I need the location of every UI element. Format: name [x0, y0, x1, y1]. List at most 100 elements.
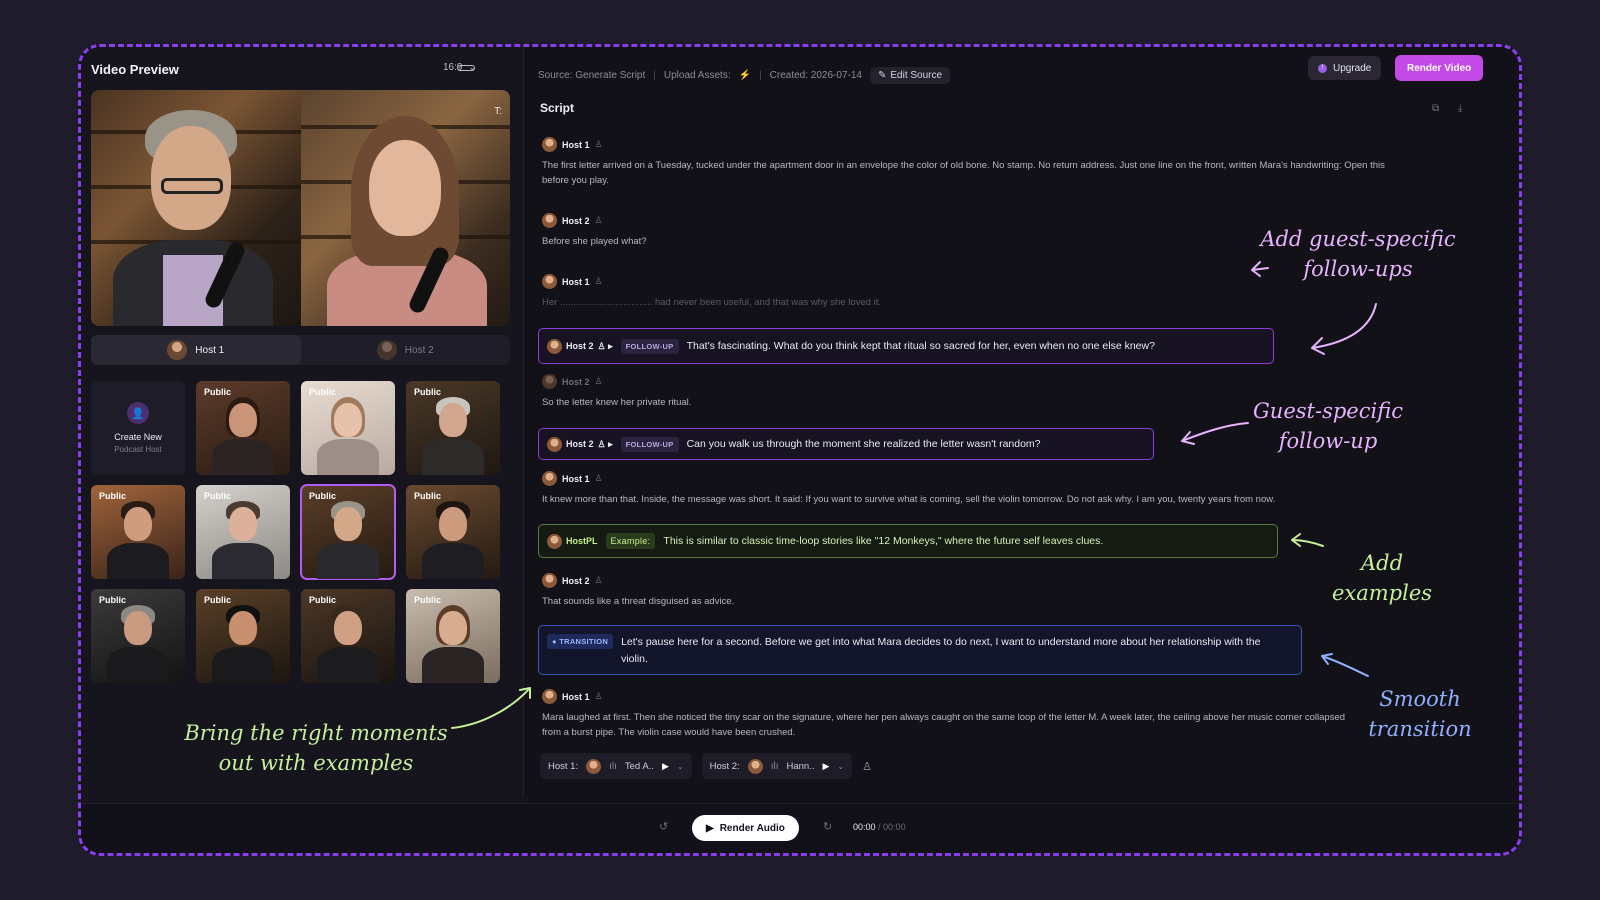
transition-block[interactable]: ● TRANSITION Let's pause here for a seco… [538, 625, 1302, 675]
edit-source-button[interactable]: ✎ Edit Source [869, 67, 951, 84]
script-line: The first letter arrived on a Tuesday, t… [542, 160, 1385, 186]
panel-title: Video Preview [91, 62, 179, 77]
add-person-icon[interactable]: ♙ [862, 760, 872, 773]
annotation-add-examples: Add examples [1331, 551, 1433, 605]
voice-name: Hann.. [786, 760, 815, 772]
avatar [167, 340, 188, 360]
render-video-button[interactable]: Render Video [1395, 55, 1484, 81]
transition-text: Let's pause here for a second. Before we… [621, 636, 1261, 665]
create-new-sublabel: Podcast Host [114, 445, 162, 454]
speaker-name: Host 2 [562, 376, 590, 387]
host-thumb[interactable]: Public [91, 485, 185, 579]
host-2-video: T: [300, 90, 510, 326]
rewind-icon[interactable]: ↺ [659, 820, 668, 833]
follow-up-block[interactable]: Host 2 ♙ ▸ FOLLOW-UP That's fascinating. … [538, 328, 1274, 364]
host-thumb[interactable]: Public [196, 381, 290, 475]
host-thumb[interactable]: Public [406, 485, 500, 579]
created-label: Created: 2026-07-14 [769, 70, 862, 81]
avatar [542, 471, 557, 486]
script-entry[interactable]: Host 2 ♙ That sounds like a threat disgui… [542, 573, 1402, 609]
play-icon[interactable]: ▶ [662, 761, 669, 772]
script-entry[interactable]: Host 1 ♙ The first letter arrived on a Tu… [542, 137, 1402, 188]
person-icon: ♙ [594, 691, 603, 701]
voice-host-label: Host 2: [709, 760, 740, 772]
render-audio-button[interactable]: ▶ Render Audio [692, 815, 799, 841]
voice-name: Ted A.. [624, 760, 654, 772]
tab-host-2[interactable]: Host 2 [301, 335, 511, 365]
example-text: This is similar to classic time-loop sto… [663, 535, 1104, 547]
annotation-bring-moments: Bring the right moments out with example… [184, 721, 448, 775]
host-thumb[interactable]: Public [301, 381, 395, 475]
script-entry[interactable]: Host 1 ♙ Mara laughed at first. Then she … [542, 689, 1402, 740]
avatar [542, 374, 557, 389]
host-thumb[interactable]: Public [406, 381, 500, 475]
public-badge: Public [414, 387, 442, 397]
host-thumb[interactable]: Public [91, 589, 185, 683]
host-gallery: 👤 Create New Podcast Host Public Public … [91, 381, 500, 683]
video-preview-panel: Video Preview 16:9 ⌄ T: Host 1 Host 2 👤 … [81, 47, 529, 815]
play-icon[interactable]: ▶ [822, 761, 829, 772]
time-readout: 00:00 / 00:00 [853, 822, 906, 832]
annotation-guest-followup: Guest-specific follow-up [1253, 399, 1403, 453]
avatar [747, 758, 763, 774]
host-2-voice-select[interactable]: Host 2: ılı Hann.. ▶ ⌄ [701, 753, 853, 779]
upgrade-button[interactable]: ! Upgrade [1308, 56, 1382, 80]
source-label: Source: Generate Script [538, 70, 646, 81]
aspect-ratio-icon [457, 64, 475, 71]
person-icon: ♙ ▸ [597, 340, 613, 351]
public-badge: Public [204, 387, 232, 397]
follow-up-tag: FOLLOW-UP [620, 436, 679, 452]
speaker-name: Host 1 [562, 139, 590, 150]
public-badge: Public [99, 595, 127, 605]
speaker-name: Host 1 [562, 691, 590, 702]
audio-player-bar: ↺ ▶ Render Audio ↻ 00:00 / 00:00 [81, 803, 1519, 853]
speaker-name: Host 1 [562, 473, 590, 484]
person-icon: ♙ [594, 215, 603, 225]
script-line: That sounds like a threat disguised as a… [542, 596, 735, 607]
follow-up-text: Can you walk us through the moment she r… [686, 438, 1041, 450]
host-thumb[interactable]: Public [196, 485, 290, 579]
host-thumb[interactable]: Public [196, 589, 290, 683]
create-new-host-card[interactable]: 👤 Create New Podcast Host [91, 381, 185, 475]
speaker-name: Host 1 [562, 276, 590, 287]
person-icon: ♙ [594, 376, 603, 386]
person-icon: ♙ [594, 473, 603, 483]
public-badge: Public [204, 595, 232, 605]
public-badge: Public [204, 491, 232, 501]
example-block[interactable]: HostPL Example: This is similar to class… [538, 524, 1278, 558]
host-thumb-selected[interactable]: Public [300, 484, 396, 580]
chevron-down-icon[interactable]: ⌄ [837, 762, 844, 771]
host-1-voice-select[interactable]: Host 1: ılı Ted A.. ▶ ⌄ [540, 753, 692, 779]
avatar [547, 436, 562, 452]
aspect-ratio-dropdown[interactable]: 16:9 ⌄ [443, 62, 476, 73]
speaker-name: Host 2 [566, 341, 594, 351]
host-thumb[interactable]: Public [301, 589, 395, 683]
public-badge: Public [309, 595, 337, 605]
upload-assets-label[interactable]: Upload Assets: [664, 70, 731, 81]
play-icon: ▶ [706, 822, 714, 834]
annotation-add-followups: Add guest-specific follow-ups [1260, 227, 1456, 281]
script-entry[interactable]: Host 1 ♙ It knew more than that. Inside, … [542, 471, 1402, 507]
follow-up-block[interactable]: Host 2 ♙ ▸ FOLLOW-UP Can you walk us thro… [538, 428, 1154, 460]
voice-host-label: Host 1: [548, 760, 579, 772]
speaker-name: Host 2 [562, 575, 590, 586]
source-bar: Source: Generate Script | Upload Assets:… [538, 67, 951, 84]
video-preview[interactable]: T: [91, 90, 510, 326]
public-badge: Public [309, 491, 337, 501]
copy-icon[interactable]: ⧉ [1432, 103, 1439, 114]
person-icon: ♙ ▸ [597, 438, 613, 449]
bolt-icon: ⚡ [738, 70, 752, 81]
avatar [547, 533, 562, 549]
avatar [586, 758, 602, 774]
person-icon: ♙ [594, 276, 603, 286]
chevron-down-icon[interactable]: ⌄ [677, 762, 684, 771]
transition-tag: ● TRANSITION [547, 634, 614, 649]
create-new-label: Create New [114, 432, 162, 442]
download-icon[interactable]: ⤓ [1458, 103, 1462, 114]
avatar [547, 338, 562, 354]
text-icon: T: [494, 106, 502, 117]
tab-host-1[interactable]: Host 1 [91, 335, 301, 365]
forward-icon[interactable]: ↻ [823, 820, 832, 833]
host-thumb[interactable]: Public [406, 589, 500, 683]
public-badge: Public [309, 387, 337, 397]
